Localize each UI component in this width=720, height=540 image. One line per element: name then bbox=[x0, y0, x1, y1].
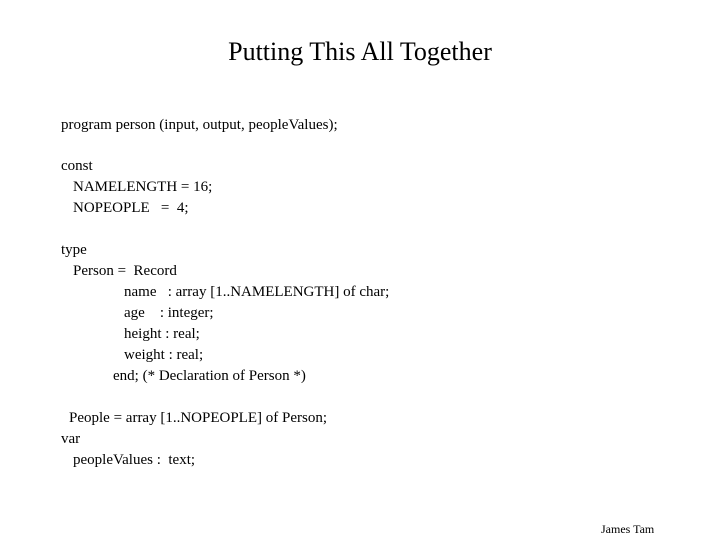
slide-title: Putting This All Together bbox=[228, 37, 492, 66]
field-age: age : integer; bbox=[124, 305, 214, 321]
people-type: People = array [1..NOPEOPLE] of Person; bbox=[69, 410, 327, 426]
record-end: end; (* Declaration of Person *) bbox=[113, 368, 306, 384]
const-keyword: const bbox=[61, 158, 93, 174]
program-declaration: program person (input, output, peopleVal… bbox=[61, 117, 338, 133]
field-weight: weight : real; bbox=[124, 347, 204, 363]
author-footer: James Tam bbox=[601, 522, 655, 536]
var-keyword: var bbox=[61, 431, 81, 447]
const-namelength: NAMELENGTH = 16; bbox=[73, 179, 213, 195]
type-keyword: type bbox=[61, 242, 87, 258]
field-height: height : real; bbox=[124, 326, 200, 342]
record-header: Person = Record bbox=[73, 263, 177, 279]
var-declaration: peopleValues : text; bbox=[73, 452, 196, 468]
const-nopeople: NOPEOPLE = 4; bbox=[73, 200, 189, 216]
field-name: name : array [1..NAMELENGTH] of char; bbox=[124, 284, 390, 300]
